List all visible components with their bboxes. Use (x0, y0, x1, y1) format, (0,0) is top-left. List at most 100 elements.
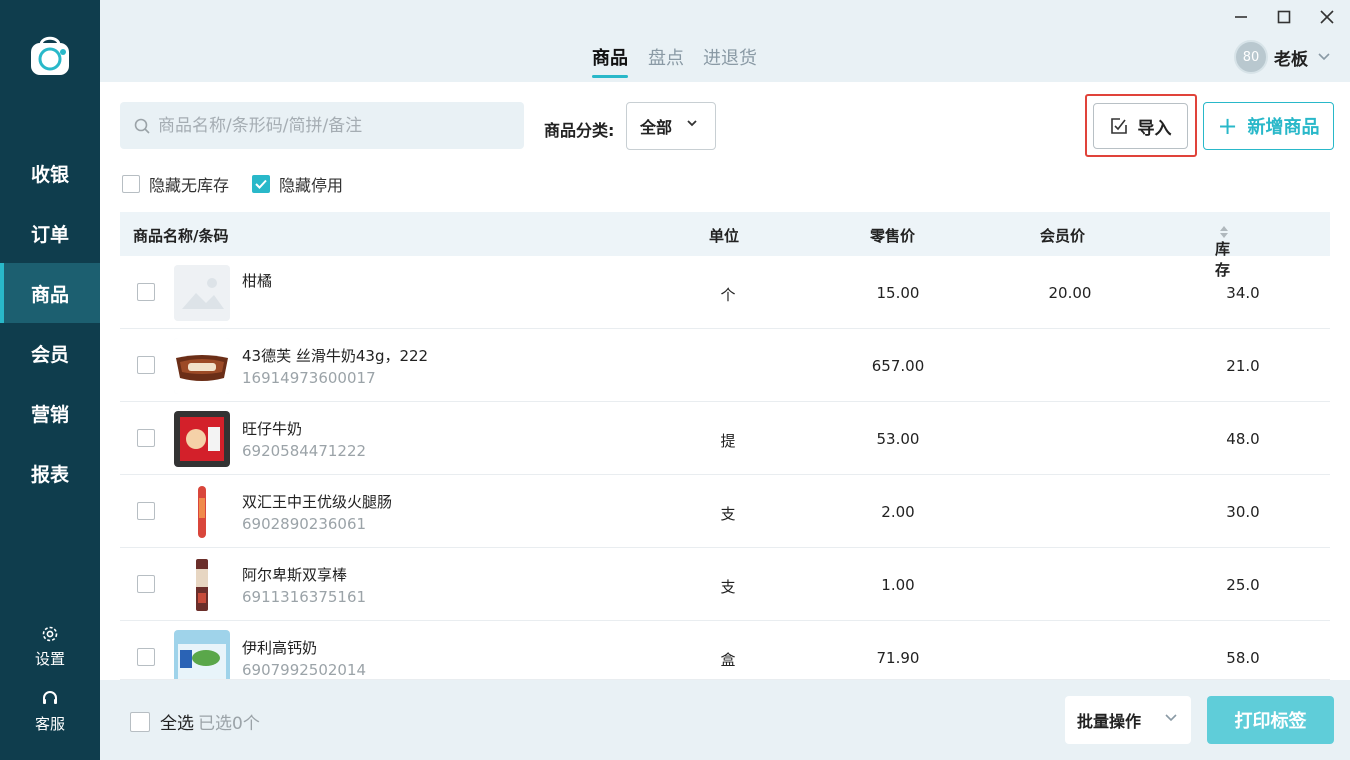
table-row[interactable]: 阿尔卑斯双享棒 6911316375161 支 1.00 25.0 (120, 548, 1330, 621)
product-code: 6902890236061 (242, 515, 367, 533)
col-unit: 单位 (709, 227, 740, 245)
product-code: 6911316375161 (242, 588, 367, 606)
plus-icon: + (1217, 112, 1238, 140)
retail-price: 657.00 (871, 357, 925, 375)
table-row[interactable]: 双汇王中王优级火腿肠 6902890236061 支 2.00 30.0 (120, 475, 1330, 548)
app-logo-icon (31, 36, 69, 75)
chevron-down-icon (1318, 53, 1330, 61)
import-icon (1110, 118, 1127, 134)
nav-item-reports[interactable]: 报表 (0, 443, 100, 503)
import-label: 导入 (1137, 118, 1172, 139)
batch-label: 批量操作 (1077, 712, 1142, 731)
support-button[interactable]: 客服 (0, 689, 100, 734)
product-code: 6920584471222 (242, 442, 367, 460)
stock-qty: 58.0 (1226, 649, 1260, 667)
product-name: 43德芙 丝滑牛奶43g，222 (242, 347, 429, 365)
table-row[interactable]: 43德芙 丝滑牛奶43g，222 16914973600017 657.00 2… (120, 329, 1330, 402)
product-unit: 盒 (720, 651, 736, 669)
stock-qty: 34.0 (1226, 284, 1260, 302)
col-stock[interactable]: 库存 (1215, 225, 1230, 279)
minimize-icon[interactable] (1230, 6, 1252, 28)
tab-purchase-return[interactable]: 进退货 (703, 44, 757, 70)
footer-bar: 全选 已选0个 批量操作 打印标签 (100, 680, 1350, 760)
nav-label: 会员 (30, 343, 69, 366)
headset-icon (43, 691, 57, 704)
retail-price: 15.00 (876, 284, 920, 302)
search-icon (134, 118, 150, 134)
checkbox-icon (122, 175, 140, 193)
sidebar: 收银 订单 商品 会员 营销 报表 设置 客服 (0, 0, 100, 760)
retail-price: 1.00 (881, 576, 915, 594)
sort-icon (1220, 226, 1228, 238)
search-input[interactable] (158, 115, 508, 136)
product-image-placeholder (174, 265, 230, 321)
support-label: 客服 (34, 715, 65, 733)
maximize-icon[interactable] (1273, 6, 1295, 28)
product-code: 16914973600017 (242, 369, 376, 387)
header: 商品 盘点 进退货 80 老板 (100, 0, 1350, 82)
product-image (174, 338, 230, 394)
stock-qty: 30.0 (1226, 503, 1260, 521)
nav-item-cashier[interactable]: 收银 (0, 143, 100, 203)
hide-disabled-label: 隐藏停用 (279, 176, 344, 195)
product-name: 阿尔卑斯双享棒 (242, 566, 348, 584)
batch-operation-select[interactable]: 批量操作 (1065, 696, 1191, 744)
product-name: 双汇王中王优级火腿肠 (242, 493, 393, 511)
search-box (120, 102, 524, 149)
category-select[interactable]: 全部 (626, 102, 716, 150)
product-name: 旺仔牛奶 (242, 420, 303, 438)
product-unit: 支 (720, 505, 736, 523)
nav-label: 收银 (30, 163, 69, 186)
avatar: 80 (1234, 40, 1268, 74)
stock-qty: 21.0 (1226, 357, 1260, 375)
chevron-down-icon (1165, 714, 1177, 722)
product-image (174, 411, 230, 467)
print-label-button[interactable]: 打印标签 (1207, 696, 1334, 744)
row-checkbox[interactable] (137, 502, 155, 520)
tab-stocktake[interactable]: 盘点 (648, 44, 684, 70)
table-row[interactable]: 旺仔牛奶 6920584471222 提 53.00 48.0 (120, 402, 1330, 475)
stock-qty: 48.0 (1226, 430, 1260, 448)
nav-item-products[interactable]: 商品 (0, 263, 100, 323)
add-product-button[interactable]: + 新增商品 (1203, 102, 1334, 150)
checkbox-checked-icon (252, 175, 270, 193)
nav-item-marketing[interactable]: 营销 (0, 383, 100, 443)
import-button[interactable]: 导入 (1093, 103, 1188, 149)
checkbox-icon (130, 711, 150, 732)
table-row[interactable]: 伊利高钙奶 6907992502014 盒 71.90 58.0 (120, 621, 1330, 680)
select-all-checkbox[interactable]: 全选 已选0个 (130, 709, 260, 734)
close-icon[interactable] (1316, 6, 1338, 28)
nav-item-members[interactable]: 会员 (0, 323, 100, 383)
product-image (174, 630, 230, 679)
retail-price: 71.90 (876, 649, 920, 667)
chevron-down-icon (687, 120, 697, 127)
product-unit: 支 (720, 578, 736, 596)
col-member-price: 会员价 (1040, 227, 1086, 245)
product-list-panel: 商品分类: 全部 导入 + 新增商品 隐藏无库存 隐藏停用 商品名称/条码 单位… (100, 82, 1350, 680)
tab-products[interactable]: 商品 (592, 44, 628, 78)
table-header: 商品名称/条码 单位 零售价 会员价 库存 (120, 212, 1330, 279)
col-retail-price: 零售价 (870, 227, 916, 245)
category-label: 商品分类: (544, 121, 615, 140)
stock-qty: 25.0 (1226, 576, 1260, 594)
retail-price: 53.00 (876, 430, 920, 448)
row-checkbox[interactable] (137, 283, 155, 301)
gear-icon (42, 626, 58, 642)
row-checkbox[interactable] (137, 429, 155, 447)
hide-disabled-checkbox[interactable]: 隐藏停用 (252, 172, 343, 196)
product-name: 柑橘 (242, 272, 273, 290)
row-checkbox[interactable] (137, 575, 155, 593)
nav-label: 商品 (30, 283, 69, 306)
retail-price: 2.00 (881, 503, 915, 521)
row-checkbox[interactable] (137, 356, 155, 374)
user-name: 老板 (1274, 49, 1308, 70)
hide-no-stock-checkbox[interactable]: 隐藏无库存 (122, 172, 229, 196)
table-row[interactable]: 柑橘 个 15.00 20.00 34.0 (120, 256, 1330, 329)
select-all-label: 全选 (160, 714, 194, 734)
nav-item-orders[interactable]: 订单 (0, 203, 100, 263)
settings-label: 设置 (34, 650, 65, 668)
row-checkbox[interactable] (137, 648, 155, 666)
user-menu[interactable]: 80 老板 (1234, 40, 1330, 74)
settings-button[interactable]: 设置 (0, 624, 100, 669)
product-image (174, 484, 230, 540)
